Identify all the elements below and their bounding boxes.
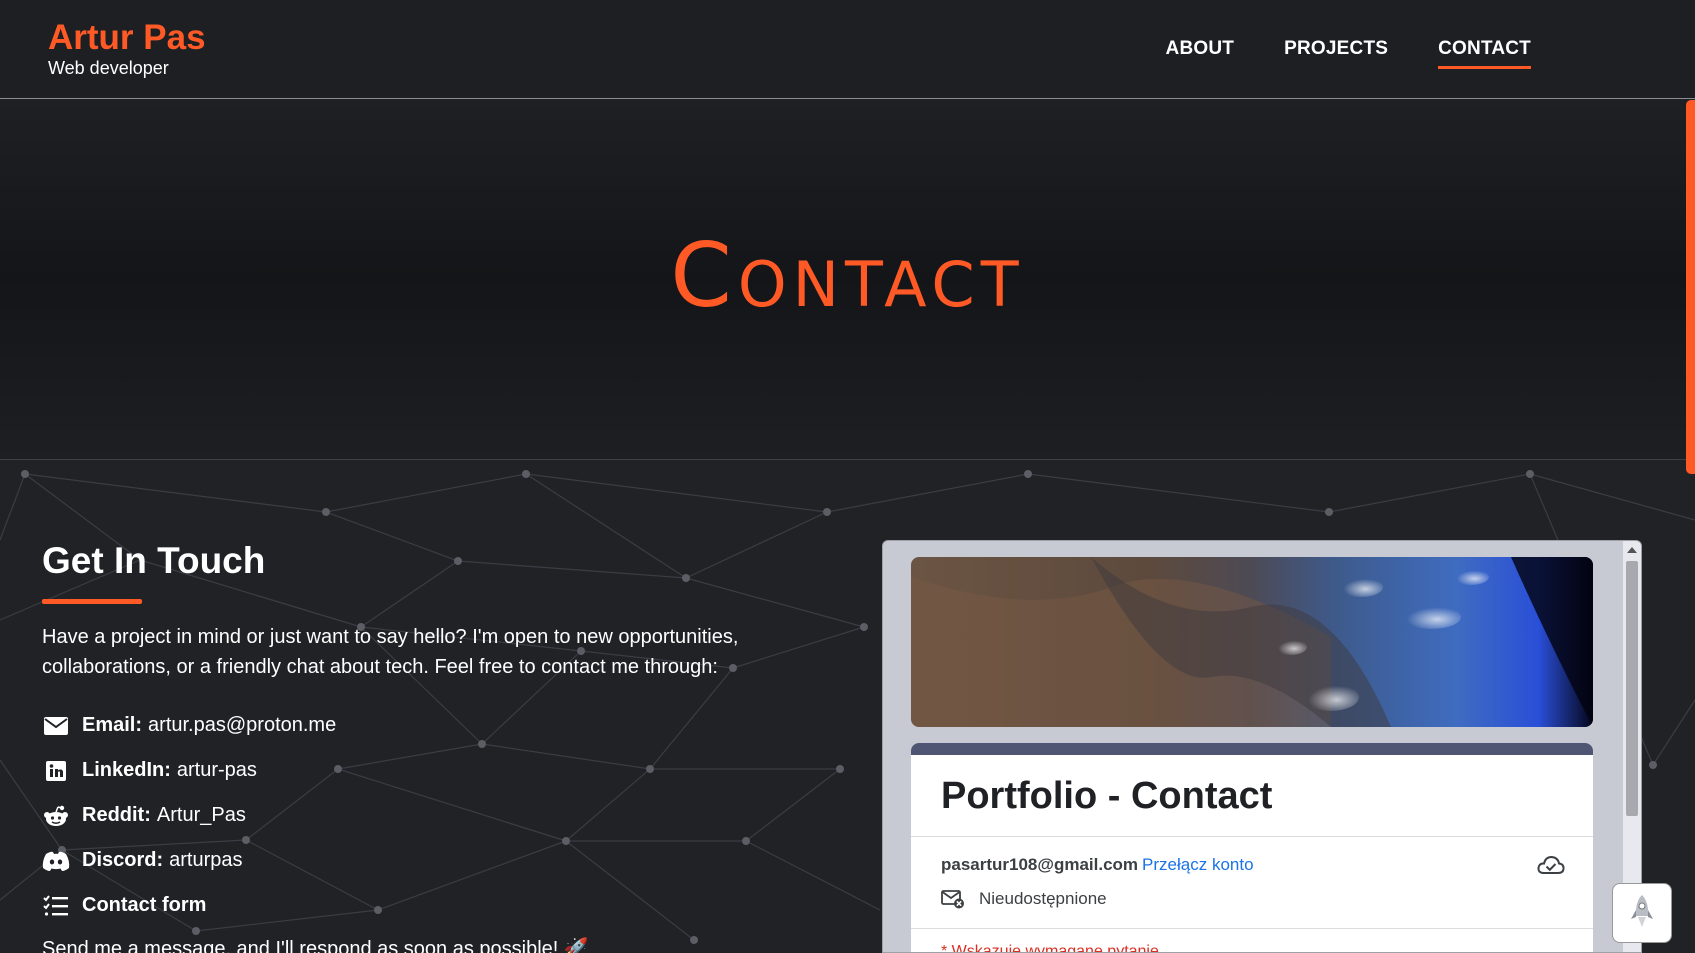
reddit-icon (42, 804, 70, 828)
heading-underline (42, 599, 142, 604)
brand-subtitle: Web developer (48, 58, 169, 78)
contact-label: Discord: (82, 849, 164, 871)
contact-value[interactable]: artur.pas@proton.me (148, 714, 336, 737)
divider (911, 928, 1593, 929)
form-title: Portfolio - Contact (941, 775, 1273, 817)
hero-section: Contact (0, 99, 1695, 460)
brand[interactable]: Artur Pas Web developer (48, 18, 206, 78)
main-nav: ABOUT PROJECTS CONTACT (1166, 38, 1531, 69)
contact-item-reddit[interactable]: Reddit: Artur_Pas (42, 793, 336, 838)
cloud-saved-icon (1537, 855, 1565, 882)
form-scrollbar-thumb[interactable] (1626, 561, 1638, 816)
nav-contact[interactable]: CONTACT (1438, 38, 1531, 69)
rocket-icon (1629, 894, 1655, 933)
scroll-up-arrow-icon[interactable] (1627, 547, 1637, 553)
not-shared-status: Nieudostępnione (941, 889, 1107, 909)
back-to-top-button[interactable] (1612, 883, 1672, 943)
section-heading: Get In Touch (42, 540, 266, 581)
divider (911, 836, 1593, 837)
required-note: * Wskazuje wymagane pytanie (941, 943, 1159, 953)
contact-form-link[interactable]: Contact form (82, 894, 206, 917)
intro-text: Have a project in mind or just want to s… (42, 626, 739, 678)
contact-item-form[interactable]: Contact form (42, 883, 336, 928)
not-shared-label: Nieudostępnione (979, 889, 1107, 908)
contact-label: LinkedIn: (82, 759, 171, 781)
contact-item-linkedin[interactable]: LinkedIn: artur-pas (42, 748, 336, 793)
page-title: Contact (670, 224, 1025, 327)
contact-value[interactable]: Artur_Pas (157, 804, 246, 827)
nav-projects[interactable]: PROJECTS (1284, 38, 1388, 69)
nav-about[interactable]: ABOUT (1166, 38, 1235, 69)
contact-value[interactable]: artur-pas (177, 759, 257, 782)
switch-account-link[interactable]: Przełącz konto (1142, 855, 1254, 874)
checklist-icon (42, 894, 70, 918)
footnote-text: Send me a message, and I'll respond as s… (42, 938, 589, 953)
linkedin-icon (42, 759, 70, 783)
contact-item-discord[interactable]: Discord: arturpas (42, 838, 336, 883)
contact-value[interactable]: arturpas (169, 849, 242, 872)
form-card: Portfolio - Contact pasartur108@gmail.co… (911, 755, 1593, 953)
discord-icon (42, 849, 70, 873)
brand-name[interactable]: Artur Pas (48, 18, 206, 58)
account-email: pasartur108@gmail.com (941, 855, 1139, 874)
form-banner-image (911, 557, 1593, 727)
contact-list: Email: artur.pas@proton.me LinkedIn: art… (42, 703, 336, 928)
form-header-bar (911, 743, 1593, 755)
form-account: pasartur108@gmail.com Przełącz konto (941, 855, 1254, 875)
contact-label: Reddit: (82, 804, 151, 826)
envelope-icon (42, 714, 70, 738)
contact-item-email[interactable]: Email: artur.pas@proton.me (42, 703, 336, 748)
embedded-form[interactable]: Portfolio - Contact pasartur108@gmail.co… (882, 540, 1642, 953)
site-header: Artur Pas Web developer ABOUT PROJECTS C… (0, 0, 1695, 99)
page-scrollbar-thumb[interactable] (1686, 100, 1695, 474)
mail-blocked-icon (941, 889, 965, 909)
contact-label: Email: (82, 714, 143, 736)
